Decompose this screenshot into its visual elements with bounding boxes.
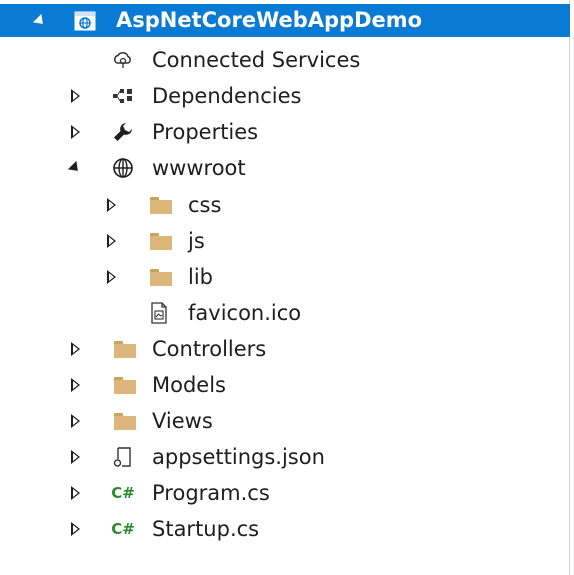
json-file-icon [112, 446, 134, 468]
csharp-glyph: C# [111, 484, 135, 502]
csharp-file-icon: C# [111, 482, 135, 504]
tree-item-wwwroot[interactable]: wwwroot [0, 150, 570, 186]
tree-item-label: Properties [152, 119, 259, 144]
tree-item-label: Startup.cs [152, 516, 260, 541]
folder-icon [114, 374, 136, 396]
project-name: AspNetCoreWebAppDemo [116, 8, 423, 32]
tree-item-js[interactable]: js [0, 223, 570, 259]
tree-item-appsettings[interactable]: appsettings.json [0, 439, 570, 475]
tree-item-label: js [188, 228, 205, 253]
folder-icon [114, 338, 136, 360]
folder-icon [150, 230, 172, 252]
globe-icon [112, 157, 134, 179]
expand-arrow-icon[interactable] [68, 521, 82, 537]
expand-arrow-icon[interactable] [68, 377, 82, 393]
tree-item-project[interactable]: AspNetCoreWebAppDemo [0, 4, 570, 37]
tree-item-favicon[interactable]: favicon.ico [0, 295, 570, 331]
tree-item-properties[interactable]: Properties [0, 114, 570, 150]
tree-item-css[interactable]: css [0, 187, 570, 223]
folder-icon [150, 194, 172, 216]
solution-explorer-tree: AspNetCoreWebAppDemo Connected Services [0, 0, 570, 575]
tree-item-models[interactable]: Models [0, 367, 570, 403]
tree-item-label: Controllers [152, 336, 267, 361]
tree-item-label: Views [152, 408, 213, 433]
expand-arrow-icon[interactable] [68, 341, 82, 357]
tree-item-program-cs[interactable]: C# Program.cs [0, 475, 570, 511]
csharp-glyph: C# [111, 520, 135, 538]
wrench-icon [112, 121, 134, 143]
collapse-arrow-icon[interactable] [67, 160, 83, 176]
tree-item-label: css [188, 192, 222, 217]
connected-services-icon [112, 49, 134, 71]
tree-item-label: favicon.ico [188, 300, 302, 325]
expand-arrow-icon[interactable] [68, 449, 82, 465]
tree-item-label: Connected Services [152, 47, 361, 72]
tree-item-label: lib [188, 264, 213, 289]
tree-item-controllers[interactable]: Controllers [0, 331, 570, 367]
expand-arrow-icon[interactable] [104, 269, 118, 285]
expand-arrow-icon[interactable] [68, 413, 82, 429]
tree-item-connected-services[interactable]: Connected Services [0, 42, 570, 78]
folder-icon [150, 266, 172, 288]
tree-item-label: Dependencies [152, 83, 302, 108]
web-project-icon [74, 10, 96, 32]
tree-item-label: appsettings.json [152, 444, 325, 469]
image-file-icon [148, 302, 170, 324]
folder-icon [114, 410, 136, 432]
expand-arrow-icon[interactable] [68, 88, 82, 104]
tree-item-label: Models [152, 372, 226, 397]
expand-arrow-icon[interactable] [68, 485, 82, 501]
tree-item-label: Program.cs [152, 480, 270, 505]
tree-item-startup-cs[interactable]: C# Startup.cs [0, 511, 570, 547]
expand-arrow-icon[interactable] [104, 233, 118, 249]
csharp-file-icon: C# [111, 518, 135, 540]
collapse-arrow-icon[interactable] [32, 13, 48, 29]
dependencies-icon [112, 85, 134, 107]
expand-arrow-icon[interactable] [68, 124, 82, 140]
tree-item-dependencies[interactable]: Dependencies [0, 78, 570, 114]
expand-arrow-icon[interactable] [104, 197, 118, 213]
tree-item-views[interactable]: Views [0, 403, 570, 439]
tree-item-lib[interactable]: lib [0, 259, 570, 295]
tree-item-label: wwwroot [152, 155, 246, 180]
